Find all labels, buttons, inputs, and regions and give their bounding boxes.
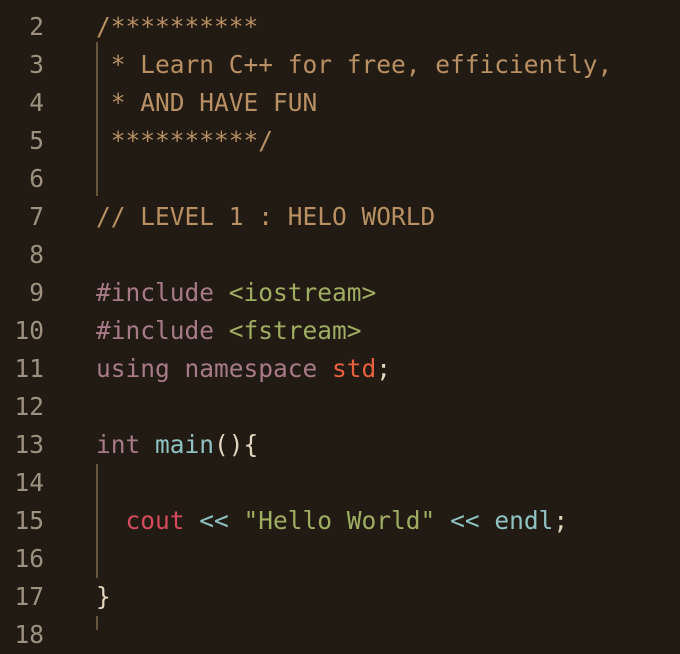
line-code[interactable]: #include <fstream> — [96, 312, 362, 350]
line-number: 15 — [14, 506, 44, 535]
code-line[interactable]: 15 cout << "Hello World" << endl; — [0, 502, 680, 540]
line-number: 14 — [14, 468, 44, 497]
code-token-comment: // LEVEL 1 : HELO WORLD — [96, 202, 436, 231]
code-token-string: <fstream> — [228, 316, 362, 345]
code-line[interactable]: 16 — [0, 540, 680, 578]
line-number: 10 — [14, 316, 44, 345]
line-code[interactable]: * Learn C++ for free, efficiently, — [96, 46, 613, 84]
code-token-preproc: #include — [96, 316, 229, 345]
code-token-punct: } — [96, 582, 111, 611]
code-token-keyword: int — [96, 430, 156, 459]
code-line[interactable]: 12 — [0, 388, 680, 426]
code-token-preproc: #include — [96, 278, 229, 307]
code-token-cout: cout — [125, 506, 185, 535]
code-token-punct: (){ — [214, 430, 259, 459]
code-editor[interactable]: 2 /********** 3 * Learn C++ for free, effi… — [0, 0, 680, 649]
code-line[interactable]: 8 — [0, 236, 680, 274]
code-token-punct: ; — [376, 354, 392, 383]
code-line[interactable]: 5 **********/ — [0, 122, 680, 160]
line-number: 3 — [29, 50, 44, 79]
code-token-op: << — [184, 506, 244, 535]
line-number: 16 — [14, 544, 44, 573]
code-line[interactable]: 3 * Learn C++ for free, efficiently, — [0, 46, 680, 84]
line-number: 4 — [29, 88, 44, 117]
code-token-comment: * AND HAVE FUN — [96, 88, 318, 117]
code-line[interactable]: 7 // LEVEL 1 : HELO WORLD — [0, 198, 680, 236]
line-number: 6 — [29, 164, 44, 193]
code-line[interactable]: 4 * AND HAVE FUN — [0, 84, 680, 122]
code-line[interactable]: 2 /********** — [0, 8, 680, 46]
code-line[interactable]: 6 — [0, 160, 680, 198]
line-number: 2 — [29, 12, 44, 41]
code-token-string: "Hello World" — [243, 506, 436, 535]
code-token-endl: endl — [494, 506, 554, 535]
line-number: 9 — [29, 278, 44, 307]
line-code[interactable]: * AND HAVE FUN — [96, 84, 318, 122]
line-code[interactable]: #include <iostream> — [96, 274, 376, 312]
line-code[interactable]: /********** — [96, 8, 258, 46]
line-number: 18 — [14, 620, 44, 649]
line-code[interactable]: cout << "Hello World" << endl; — [96, 502, 569, 540]
line-code[interactable]: using namespace std; — [96, 350, 391, 388]
code-token-punct: ; — [553, 506, 569, 535]
code-token-keyword: using namespace — [96, 354, 333, 383]
line-code[interactable]: } — [96, 578, 111, 616]
code-token-ident-std: std — [332, 354, 377, 383]
code-token-string: <iostream> — [228, 278, 377, 307]
code-token-func: main — [155, 430, 215, 459]
code-token-punct — [96, 506, 126, 535]
code-token-comment: * Learn C++ for free, efficiently, — [96, 50, 613, 79]
line-number: 8 — [29, 240, 44, 269]
line-code[interactable]: **********/ — [96, 122, 273, 160]
line-number: 12 — [14, 392, 44, 421]
line-number: 5 — [29, 126, 44, 155]
code-line[interactable]: 9 #include <iostream> — [0, 274, 680, 312]
code-token-op: << — [435, 506, 495, 535]
line-number: 7 — [29, 202, 44, 231]
line-number: 11 — [14, 354, 44, 383]
code-line[interactable]: 13 int main(){ — [0, 426, 680, 464]
code-line[interactable]: 11 using namespace std; — [0, 350, 680, 388]
code-line[interactable]: 10 #include <fstream> — [0, 312, 680, 350]
code-line[interactable]: 14 — [0, 464, 680, 502]
code-line[interactable]: 17} — [0, 578, 680, 616]
line-number: 13 — [14, 430, 44, 459]
line-code[interactable]: // LEVEL 1 : HELO WORLD — [96, 198, 435, 236]
code-line[interactable]: 18 — [0, 616, 680, 654]
code-token-comment: **********/ — [96, 126, 274, 155]
line-code[interactable]: int main(){ — [96, 426, 258, 464]
line-number: 17 — [14, 582, 44, 611]
code-token-comment: /********** — [96, 12, 259, 41]
